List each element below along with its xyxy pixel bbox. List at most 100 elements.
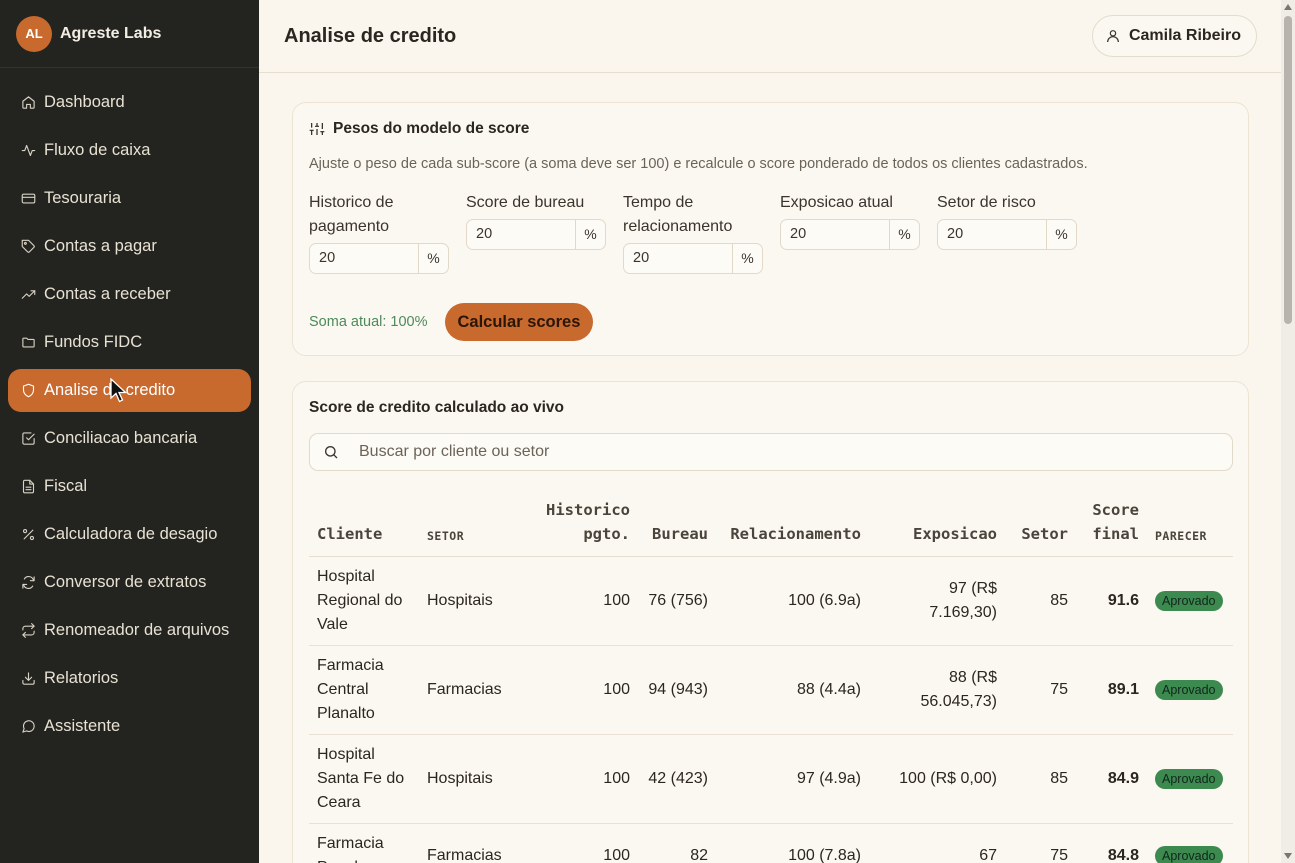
cell-setor-score: 75 (1005, 645, 1076, 735)
weights-card: Pesos do modelo de score Ajuste o peso d… (292, 102, 1249, 356)
user-menu-button[interactable]: Camila Ribeiro (1091, 15, 1257, 57)
sidebar-item-analise-de-credito[interactable]: Analise de credito (8, 369, 251, 412)
weight-input-relacionamento[interactable]: 20 % (623, 243, 763, 274)
cell-setor: Farmacias (419, 823, 520, 863)
weight-unit: % (889, 220, 919, 249)
sidebar-item-conversor-de-extratos[interactable]: Conversor de extratos (8, 561, 251, 604)
weight-field-historico: Historico de pagamento 20 % (309, 191, 450, 274)
search-input[interactable]: Buscar por cliente ou setor (309, 433, 1233, 471)
weight-value[interactable]: 20 (624, 244, 732, 273)
sidebar-item-label: Fluxo de caixa (44, 141, 151, 159)
cell-bureau: 76 (756) (638, 556, 716, 646)
col-bureau[interactable]: Bureau (638, 490, 716, 557)
cell-relacionamento: 100 (7.8a) (716, 823, 869, 863)
message-circle-icon (20, 719, 36, 735)
weight-input-historico[interactable]: 20 % (309, 243, 449, 274)
weight-value[interactable]: 20 (938, 220, 1046, 249)
page-scrollbar[interactable] (1281, 0, 1295, 863)
weight-label: Exposicao atual (780, 194, 893, 211)
cell-bureau: 42 (423) (638, 734, 716, 824)
cell-historico: 100 (520, 734, 638, 824)
brand[interactable]: AL Agreste Labs (0, 0, 259, 68)
weight-label: Tempo de relacionamento (623, 194, 733, 235)
col-score-final[interactable]: Score final (1076, 490, 1147, 557)
sidebar-item-tesouraria[interactable]: Tesouraria (8, 177, 251, 220)
sidebar-item-label: Relatorios (44, 669, 119, 687)
col-cliente[interactable]: Cliente (309, 490, 419, 557)
col-setor[interactable]: SETOR (419, 490, 520, 557)
col-historico[interactable]: Historico pgto. (520, 490, 638, 557)
cell-relacionamento: 97 (4.9a) (716, 734, 869, 824)
cell-exposicao: 100 (R$ 0,00) (869, 734, 1005, 824)
topbar: Analise de credito Camila Ribeiro (259, 0, 1281, 73)
col-relacionamento[interactable]: Relacionamento (716, 490, 869, 557)
percent-icon (20, 527, 36, 543)
weight-label: Historico de pagamento (309, 194, 394, 235)
sidebar-item-fiscal[interactable]: Fiscal (8, 465, 251, 508)
weight-unit: % (418, 244, 448, 273)
weight-unit: % (732, 244, 762, 273)
page-title: Analise de credito (284, 24, 457, 47)
search-placeholder: Buscar por cliente ou setor (359, 443, 550, 460)
sidebar-item-label: Contas a pagar (44, 237, 157, 255)
weight-input-setor[interactable]: 20 % (937, 219, 1077, 250)
sidebar-item-label: Conciliacao bancaria (44, 429, 198, 447)
refresh-icon (20, 575, 36, 591)
col-exposicao[interactable]: Exposicao (869, 490, 1005, 557)
status-badge: Aprovado (1155, 680, 1223, 700)
cell-parecer: Aprovado (1147, 645, 1233, 735)
scroll-up-icon[interactable] (1284, 4, 1292, 10)
sidebar-item-label: Contas a receber (44, 285, 171, 303)
sidebar-item-fluxo-de-caixa[interactable]: Fluxo de caixa (8, 129, 251, 172)
weight-value[interactable]: 20 (467, 220, 575, 249)
scroll-thumb[interactable] (1284, 16, 1292, 324)
cell-historico: 100 (520, 556, 638, 646)
calculate-scores-button[interactable]: Calcular scores (444, 303, 594, 341)
weight-field-relacionamento: Tempo de relacionamento 20 % (623, 191, 764, 274)
sidebar-item-conciliacao-bancaria[interactable]: Conciliacao bancaria (8, 417, 251, 460)
weight-value[interactable]: 20 (310, 244, 418, 273)
sidebar-item-renomeador-de-arquivos[interactable]: Renomeador de arquivos (8, 609, 251, 652)
table-row[interactable]: Hospital Santa Fe do Ceara Hospitais 100… (309, 734, 1233, 824)
user-name: Camila Ribeiro (1128, 27, 1241, 44)
sidebar-item-relatorios[interactable]: Relatorios (8, 657, 251, 700)
user-icon (1107, 30, 1119, 43)
col-parecer[interactable]: PARECER (1147, 490, 1233, 557)
col-setor-score[interactable]: Setor (1005, 490, 1076, 557)
sidebar-item-dashboard[interactable]: Dashboard (8, 81, 251, 124)
sidebar-item-calculadora-de-desagio[interactable]: Calculadora de desagio (8, 513, 251, 556)
cell-exposicao: 88 (R$ 56.045,73) (869, 645, 1005, 735)
check-square-icon (20, 431, 36, 447)
weight-value[interactable]: 20 (781, 220, 889, 249)
cell-historico: 100 (520, 823, 638, 863)
credit-card-icon (20, 191, 36, 207)
sidebar-item-assistente[interactable]: Assistente (8, 705, 251, 748)
cell-exposicao: 97 (R$ 7.169,30) (869, 556, 1005, 646)
cell-setor-score: 85 (1005, 556, 1076, 646)
cell-bureau: 82 (638, 823, 716, 863)
search-icon (325, 446, 338, 459)
sum-status: Soma atual: 100% (309, 314, 428, 330)
sidebar-item-label: Conversor de extratos (44, 573, 207, 591)
cell-bureau: 94 (943) (638, 645, 716, 735)
cell-exposicao: 67 (869, 823, 1005, 863)
folder-icon (20, 335, 36, 351)
trending-up-icon (20, 287, 36, 303)
weight-input-bureau[interactable]: 20 % (466, 219, 606, 250)
scroll-down-icon[interactable] (1284, 853, 1292, 859)
cell-cliente: Farmacia Popular (309, 823, 419, 863)
cell-relacionamento: 100 (6.9a) (716, 556, 869, 646)
sidebar-item-label: Fiscal (44, 477, 88, 495)
sidebar-item-fundos-fidc[interactable]: Fundos FIDC (8, 321, 251, 364)
table-row[interactable]: Farmacia Central Planalto Farmacias 100 … (309, 645, 1233, 735)
weight-unit: % (575, 220, 605, 249)
sidebar-item-contas-a-pagar[interactable]: Contas a pagar (8, 225, 251, 268)
table-row[interactable]: Farmacia Popular Farmacias 100 82 100 (7… (309, 823, 1233, 863)
cell-setor-score: 75 (1005, 823, 1076, 863)
sidebar-item-contas-a-receber[interactable]: Contas a receber (8, 273, 251, 316)
table-row[interactable]: Hospital Regional do Vale Hospitais 100 … (309, 556, 1233, 646)
weight-input-exposicao[interactable]: 20 % (780, 219, 920, 250)
sidebar-item-label: Tesouraria (44, 189, 122, 207)
weight-unit: % (1046, 220, 1076, 249)
cell-setor: Farmacias (419, 645, 520, 735)
